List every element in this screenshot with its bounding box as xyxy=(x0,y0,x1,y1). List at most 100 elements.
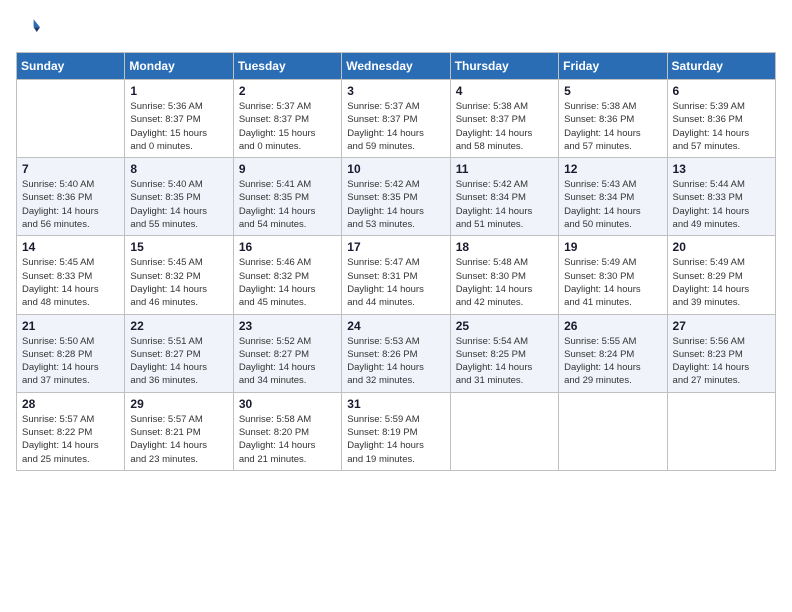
calendar-cell: 16 Sunrise: 5:46 AMSunset: 8:32 PMDayligh… xyxy=(233,236,341,314)
calendar-cell: 25 Sunrise: 5:54 AMSunset: 8:25 PMDayligh… xyxy=(450,314,558,392)
calendar-header: SundayMondayTuesdayWednesdayThursdayFrid… xyxy=(17,53,776,80)
calendar-cell: 14 Sunrise: 5:45 AMSunset: 8:33 PMDayligh… xyxy=(17,236,125,314)
calendar-header-row: SundayMondayTuesdayWednesdayThursdayFrid… xyxy=(17,53,776,80)
calendar-week-3: 14 Sunrise: 5:45 AMSunset: 8:33 PMDayligh… xyxy=(17,236,776,314)
day-number: 19 xyxy=(564,240,661,254)
day-info: Sunrise: 5:37 AMSunset: 8:37 PMDaylight:… xyxy=(239,100,336,153)
calendar-cell: 26 Sunrise: 5:55 AMSunset: 8:24 PMDayligh… xyxy=(559,314,667,392)
day-info: Sunrise: 5:38 AMSunset: 8:36 PMDaylight:… xyxy=(564,100,661,153)
calendar-cell: 7Sunrise: 5:40 AMSunset: 8:36 PMDaylight… xyxy=(17,158,125,236)
header-sunday: Sunday xyxy=(17,53,125,80)
calendar-cell: 9Sunrise: 5:41 AMSunset: 8:35 PMDaylight… xyxy=(233,158,341,236)
logo-icon xyxy=(16,16,40,40)
header-monday: Monday xyxy=(125,53,233,80)
calendar-cell: 19 Sunrise: 5:49 AMSunset: 8:30 PMDayligh… xyxy=(559,236,667,314)
day-number: 2 xyxy=(239,84,336,98)
day-number: 15 xyxy=(130,240,227,254)
header-saturday: Saturday xyxy=(667,53,775,80)
calendar-cell: 24 Sunrise: 5:53 AMSunset: 8:26 PMDayligh… xyxy=(342,314,450,392)
calendar-cell: 20 Sunrise: 5:49 AMSunset: 8:29 PMDayligh… xyxy=(667,236,775,314)
day-number: 16 xyxy=(239,240,336,254)
day-number: 8 xyxy=(130,162,227,176)
calendar-cell: 2 Sunrise: 5:37 AMSunset: 8:37 PMDaylight… xyxy=(233,80,341,158)
day-info: Sunrise: 5:42 AMSunset: 8:34 PMDaylight:… xyxy=(456,178,553,231)
calendar-cell: 17 Sunrise: 5:47 AMSunset: 8:31 PMDayligh… xyxy=(342,236,450,314)
day-info: Sunrise: 5:41 AMSunset: 8:35 PMDaylight:… xyxy=(239,178,336,231)
day-info: Sunrise: 5:49 AMSunset: 8:30 PMDaylight:… xyxy=(564,256,661,309)
calendar-cell: 21 Sunrise: 5:50 AMSunset: 8:28 PMDayligh… xyxy=(17,314,125,392)
calendar-cell: 12Sunrise: 5:43 AMSunset: 8:34 PMDayligh… xyxy=(559,158,667,236)
day-info: Sunrise: 5:58 AMSunset: 8:20 PMDaylight:… xyxy=(239,413,336,466)
day-info: Sunrise: 5:59 AMSunset: 8:19 PMDaylight:… xyxy=(347,413,444,466)
calendar-week-4: 21 Sunrise: 5:50 AMSunset: 8:28 PMDayligh… xyxy=(17,314,776,392)
day-number: 14 xyxy=(22,240,119,254)
day-number: 24 xyxy=(347,319,444,333)
day-info: Sunrise: 5:53 AMSunset: 8:26 PMDaylight:… xyxy=(347,335,444,388)
day-number: 17 xyxy=(347,240,444,254)
calendar-cell: 28Sunrise: 5:57 AMSunset: 8:22 PMDayligh… xyxy=(17,392,125,470)
day-number: 12 xyxy=(564,162,661,176)
day-info: Sunrise: 5:55 AMSunset: 8:24 PMDaylight:… xyxy=(564,335,661,388)
day-info: Sunrise: 5:47 AMSunset: 8:31 PMDaylight:… xyxy=(347,256,444,309)
day-number: 5 xyxy=(564,84,661,98)
calendar-cell: 15Sunrise: 5:45 AMSunset: 8:32 PMDayligh… xyxy=(125,236,233,314)
day-number: 21 xyxy=(22,319,119,333)
day-info: Sunrise: 5:51 AMSunset: 8:27 PMDaylight:… xyxy=(130,335,227,388)
day-number: 22 xyxy=(130,319,227,333)
day-number: 6 xyxy=(673,84,770,98)
day-number: 18 xyxy=(456,240,553,254)
calendar-cell: 5 Sunrise: 5:38 AMSunset: 8:36 PMDaylight… xyxy=(559,80,667,158)
day-number: 25 xyxy=(456,319,553,333)
calendar-cell xyxy=(559,392,667,470)
day-info: Sunrise: 5:57 AMSunset: 8:21 PMDaylight:… xyxy=(130,413,227,466)
day-info: Sunrise: 5:56 AMSunset: 8:23 PMDaylight:… xyxy=(673,335,770,388)
calendar-body: 1Sunrise: 5:36 AMSunset: 8:37 PMDaylight… xyxy=(17,80,776,471)
calendar-cell: 1Sunrise: 5:36 AMSunset: 8:37 PMDaylight… xyxy=(125,80,233,158)
day-info: Sunrise: 5:45 AMSunset: 8:33 PMDaylight:… xyxy=(22,256,119,309)
calendar-week-2: 7Sunrise: 5:40 AMSunset: 8:36 PMDaylight… xyxy=(17,158,776,236)
calendar-cell: 30 Sunrise: 5:58 AMSunset: 8:20 PMDayligh… xyxy=(233,392,341,470)
day-number: 29 xyxy=(130,397,227,411)
header-thursday: Thursday xyxy=(450,53,558,80)
day-info: Sunrise: 5:48 AMSunset: 8:30 PMDaylight:… xyxy=(456,256,553,309)
header-friday: Friday xyxy=(559,53,667,80)
calendar-cell: 23Sunrise: 5:52 AMSunset: 8:27 PMDayligh… xyxy=(233,314,341,392)
day-number: 27 xyxy=(673,319,770,333)
day-number: 30 xyxy=(239,397,336,411)
calendar-cell: 22 Sunrise: 5:51 AMSunset: 8:27 PMDayligh… xyxy=(125,314,233,392)
calendar-cell: 27 Sunrise: 5:56 AMSunset: 8:23 PMDayligh… xyxy=(667,314,775,392)
day-info: Sunrise: 5:42 AMSunset: 8:35 PMDaylight:… xyxy=(347,178,444,231)
calendar-cell: 29 Sunrise: 5:57 AMSunset: 8:21 PMDayligh… xyxy=(125,392,233,470)
calendar-cell: 11Sunrise: 5:42 AMSunset: 8:34 PMDayligh… xyxy=(450,158,558,236)
day-number: 20 xyxy=(673,240,770,254)
calendar-cell: 8 Sunrise: 5:40 AMSunset: 8:35 PMDaylight… xyxy=(125,158,233,236)
calendar-cell xyxy=(17,80,125,158)
day-number: 26 xyxy=(564,319,661,333)
header-tuesday: Tuesday xyxy=(233,53,341,80)
day-info: Sunrise: 5:57 AMSunset: 8:22 PMDaylight:… xyxy=(22,413,119,466)
day-info: Sunrise: 5:49 AMSunset: 8:29 PMDaylight:… xyxy=(673,256,770,309)
day-info: Sunrise: 5:50 AMSunset: 8:28 PMDaylight:… xyxy=(22,335,119,388)
day-info: Sunrise: 5:38 AMSunset: 8:37 PMDaylight:… xyxy=(456,100,553,153)
day-info: Sunrise: 5:37 AMSunset: 8:37 PMDaylight:… xyxy=(347,100,444,153)
day-number: 13 xyxy=(673,162,770,176)
day-info: Sunrise: 5:54 AMSunset: 8:25 PMDaylight:… xyxy=(456,335,553,388)
calendar-cell: 6 Sunrise: 5:39 AMSunset: 8:36 PMDaylight… xyxy=(667,80,775,158)
day-number: 10 xyxy=(347,162,444,176)
day-number: 1 xyxy=(130,84,227,98)
day-number: 31 xyxy=(347,397,444,411)
calendar-cell xyxy=(667,392,775,470)
calendar-week-5: 28Sunrise: 5:57 AMSunset: 8:22 PMDayligh… xyxy=(17,392,776,470)
day-info: Sunrise: 5:46 AMSunset: 8:32 PMDaylight:… xyxy=(239,256,336,309)
day-number: 4 xyxy=(456,84,553,98)
calendar-cell: 18 Sunrise: 5:48 AMSunset: 8:30 PMDayligh… xyxy=(450,236,558,314)
day-info: Sunrise: 5:52 AMSunset: 8:27 PMDaylight:… xyxy=(239,335,336,388)
day-info: Sunrise: 5:40 AMSunset: 8:35 PMDaylight:… xyxy=(130,178,227,231)
calendar-cell xyxy=(450,392,558,470)
calendar-cell: 4 Sunrise: 5:38 AMSunset: 8:37 PMDaylight… xyxy=(450,80,558,158)
calendar-cell: 31 Sunrise: 5:59 AMSunset: 8:19 PMDayligh… xyxy=(342,392,450,470)
header-wednesday: Wednesday xyxy=(342,53,450,80)
day-number: 3 xyxy=(347,84,444,98)
day-info: Sunrise: 5:39 AMSunset: 8:36 PMDaylight:… xyxy=(673,100,770,153)
logo xyxy=(16,16,44,40)
